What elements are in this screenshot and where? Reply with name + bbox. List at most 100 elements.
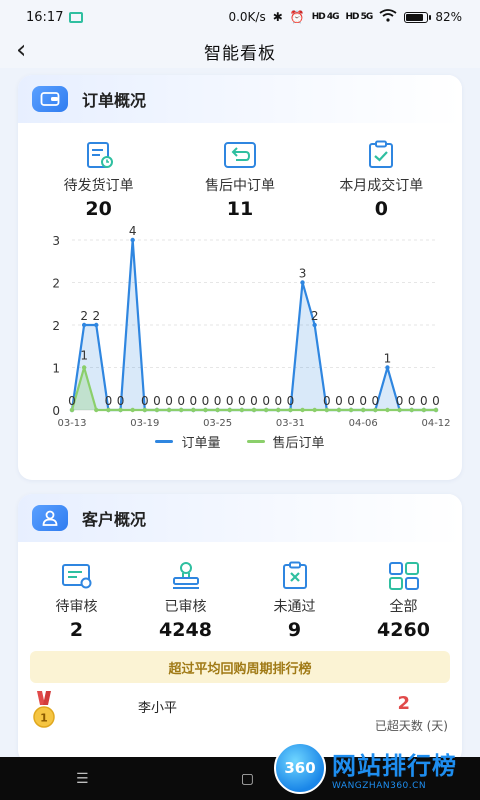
ranking-overdue-value: 2	[397, 693, 410, 714]
data-point	[239, 407, 245, 413]
data-label: 2	[92, 309, 100, 323]
data-label: 0	[226, 394, 234, 408]
data-point	[276, 407, 281, 413]
data-label: 1	[384, 352, 392, 366]
data-point	[130, 237, 135, 243]
stat-after-sales[interactable]: 售后中订单 11	[175, 139, 305, 220]
bluetooth-icon: ✱	[272, 10, 283, 24]
data-label: 0	[117, 394, 125, 408]
data-point	[130, 407, 135, 413]
data-point	[81, 365, 87, 370]
stat-label: 已审核	[164, 599, 207, 615]
legend-after-sales[interactable]: 售后订单	[246, 432, 325, 451]
y-tick-label: 3	[52, 234, 60, 248]
data-point	[373, 407, 378, 413]
order-overview-title: 订单概况	[82, 91, 147, 110]
y-tick-label: 1	[52, 362, 60, 376]
data-point	[81, 322, 87, 328]
aftersale-data-label: 1	[80, 349, 88, 363]
top-navigation: ‹ 智能看板	[0, 34, 480, 68]
order-trend-chart: 01223403-1303-1903-2503-3104-0604-120220…	[52, 192, 450, 430]
data-label: 0	[238, 394, 246, 408]
data-point	[203, 407, 208, 413]
legend-order-volume[interactable]: 订单量	[155, 432, 221, 451]
data-point	[361, 407, 366, 413]
data-label: 0	[105, 394, 113, 408]
data-label: 0	[68, 394, 76, 408]
page-title: 智能看板	[204, 43, 276, 64]
x-tick-label: 04-12	[421, 418, 450, 426]
watermark: 360 网站排行榜 WANGZHAN360.CN	[274, 740, 474, 796]
stat-value: 2	[69, 619, 84, 641]
data-label: 0	[323, 394, 331, 408]
signal-icon: HD 4G	[311, 12, 340, 22]
data-label: 0	[202, 394, 210, 408]
stat-monthly-completed[interactable]: 本月成交订单 0	[316, 139, 446, 220]
stat-all[interactable]: 全部 4260	[354, 560, 454, 641]
customer-overview-header: 客户概况	[18, 494, 462, 542]
ranking-row[interactable]: 1 李小平 2 已超天数 (天)	[18, 683, 462, 739]
stat-value: 0	[374, 198, 388, 220]
customer-overview-card: 客户概况 待审核 2 已审核 4248 未通过 9 全部 4260 超过平均回购…	[18, 494, 462, 764]
data-point	[385, 407, 390, 413]
grid-icon	[384, 560, 424, 592]
data-label: 2	[80, 309, 88, 323]
order-overview-card: 订单概况 待发货订单 20 售后中订单 11 本月成交订单 0 01223403…	[18, 75, 462, 480]
y-tick-label: 2	[52, 277, 60, 291]
data-label: 0	[396, 394, 404, 408]
stat-pending-review[interactable]: 待审核 2	[27, 560, 127, 641]
data-point	[94, 407, 99, 413]
ranking-customer-name: 李小平	[138, 701, 178, 716]
x-tick-label: 03-25	[203, 418, 232, 426]
data-point	[191, 407, 196, 413]
battery-percent: 82%	[435, 10, 462, 24]
ranking-overdue-unit: 已超天数 (天)	[374, 719, 448, 733]
x-tick-label: 03-13	[57, 418, 86, 426]
clipboard-clock-icon	[79, 139, 119, 171]
stat-label: 本月成交订单	[339, 178, 424, 194]
stat-label: 售后中订单	[204, 178, 275, 194]
gold-medal-icon: 1	[32, 691, 56, 731]
data-label: 3	[299, 267, 307, 281]
data-point	[215, 407, 220, 413]
stat-value: 4260	[377, 619, 430, 641]
wallet-icon	[32, 86, 68, 112]
user-icon	[32, 505, 68, 531]
data-point	[251, 407, 257, 413]
data-point	[166, 407, 172, 413]
signal-icon-2: HD 5G	[345, 12, 374, 22]
medal-rank: 1	[40, 712, 48, 725]
data-label: 0	[141, 394, 149, 408]
app-notification-icon	[69, 11, 84, 23]
data-point	[312, 322, 317, 328]
data-label: 0	[153, 394, 161, 408]
legend-label: 售后订单	[272, 436, 325, 451]
stat-pending-shipment[interactable]: 待发货订单 20	[34, 139, 164, 220]
order-stats: 待发货订单 20 售后中订单 11 本月成交订单 0	[18, 139, 462, 220]
data-label: 0	[274, 394, 282, 408]
order-chart: 01223403-1303-1903-2503-3104-0604-120220…	[18, 192, 462, 430]
stat-rejected[interactable]: 未通过 9	[245, 560, 345, 641]
status-time: 16:17	[26, 9, 64, 25]
data-label: 0	[287, 394, 295, 408]
data-label: 0	[408, 394, 416, 408]
status-bar: 16:17 0.0K/s ✱ ⏰ HD 4G HD 5G 82%	[0, 0, 480, 34]
data-point	[106, 407, 111, 413]
stat-value: 9	[287, 619, 302, 641]
data-label: 0	[177, 394, 185, 408]
stat-reviewed[interactable]: 已审核 4248	[136, 560, 236, 641]
stat-value: 11	[226, 198, 254, 220]
stamp-icon	[166, 560, 206, 592]
watermark-sub-text: WANGZHAN360.CN	[332, 780, 427, 791]
back-arrow-icon[interactable]: ‹	[16, 36, 26, 64]
y-tick-label: 2	[52, 319, 60, 333]
data-point	[409, 407, 414, 413]
stat-label: 待审核	[55, 599, 98, 615]
home-icon[interactable]: ▢	[241, 771, 254, 787]
stat-value: 4248	[159, 619, 212, 641]
data-point	[336, 407, 342, 413]
menu-icon[interactable]: ☰	[76, 771, 89, 787]
chart-legend: 订单量 售后订单	[18, 432, 462, 451]
data-label: 2	[311, 309, 319, 323]
data-point	[300, 280, 305, 285]
